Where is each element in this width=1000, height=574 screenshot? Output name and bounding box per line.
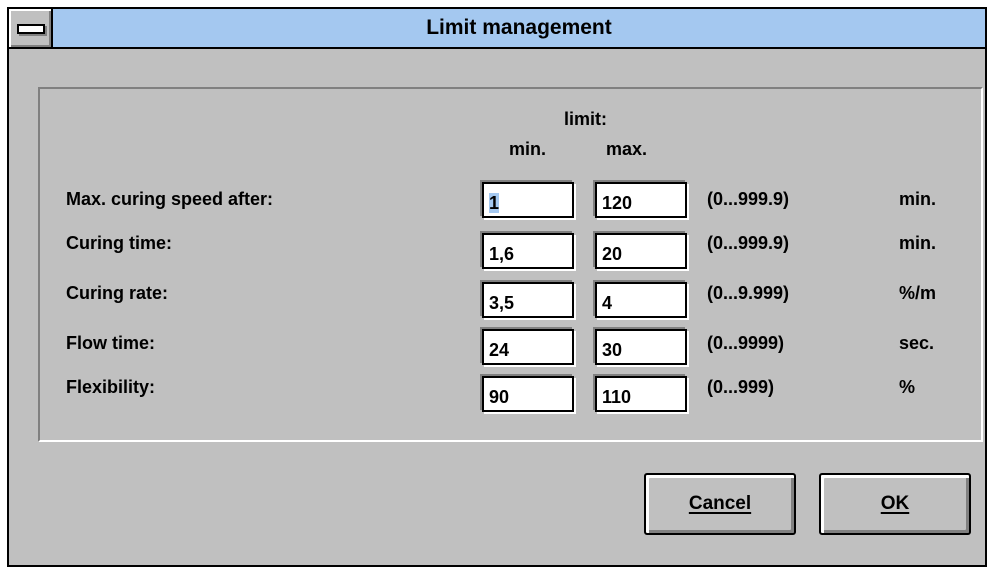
ok-button[interactable]: OK — [819, 473, 971, 535]
row-label-flexibility: Flexibility: — [66, 377, 156, 397]
row-range-max-curing-speed: (0...999.9) — [707, 189, 790, 209]
title-bar[interactable]: Limit management — [9, 9, 985, 49]
row-label-flow-time: Flow time: — [66, 333, 155, 353]
cancel-button[interactable]: Cancel — [644, 473, 796, 535]
flexibility-min-input[interactable]: 90 — [482, 376, 574, 412]
max-curing-speed-min-input[interactable]: 1 — [482, 182, 574, 218]
curing-time-max-input[interactable]: 20 — [595, 233, 687, 269]
row-range-flexibility: (0...999) — [707, 377, 775, 397]
flow-time-max-input[interactable]: 30 — [595, 329, 687, 365]
ok-button-label: OK — [880, 493, 910, 514]
system-menu-icon — [17, 24, 45, 34]
curing-rate-min-input[interactable]: 3,5 — [482, 282, 574, 318]
row-range-flow-time: (0...9999) — [707, 333, 785, 353]
max-column-header: max. — [606, 139, 648, 159]
row-range-curing-time: (0...999.9) — [707, 233, 790, 253]
row-label-max-curing-speed: Max. curing speed after: — [66, 189, 274, 209]
limit-header: limit: — [564, 109, 607, 129]
row-unit-curing-rate: %/m — [899, 283, 937, 303]
window-title: Limit management — [426, 16, 612, 39]
row-range-curing-rate: (0...9.999) — [707, 283, 790, 303]
system-menu-button[interactable] — [9, 9, 53, 47]
row-label-curing-rate: Curing rate: — [66, 283, 169, 303]
min-column-header: min. — [509, 139, 547, 159]
max-curing-speed-max-input[interactable]: 120 — [595, 182, 687, 218]
curing-rate-max-input[interactable]: 4 — [595, 282, 687, 318]
row-unit-max-curing-speed: min. — [899, 189, 937, 209]
flow-time-min-input[interactable]: 24 — [482, 329, 574, 365]
flexibility-max-input[interactable]: 110 — [595, 376, 687, 412]
curing-time-min-input[interactable]: 1,6 — [482, 233, 574, 269]
row-unit-flexibility: % — [899, 377, 916, 397]
dialog-window: Limit management limit: min. max. Max. c… — [7, 7, 987, 567]
row-unit-curing-time: min. — [899, 233, 937, 253]
row-unit-flow-time: sec. — [899, 333, 935, 353]
cancel-button-label: Cancel — [688, 493, 752, 514]
row-label-curing-time: Curing time: — [66, 233, 172, 253]
